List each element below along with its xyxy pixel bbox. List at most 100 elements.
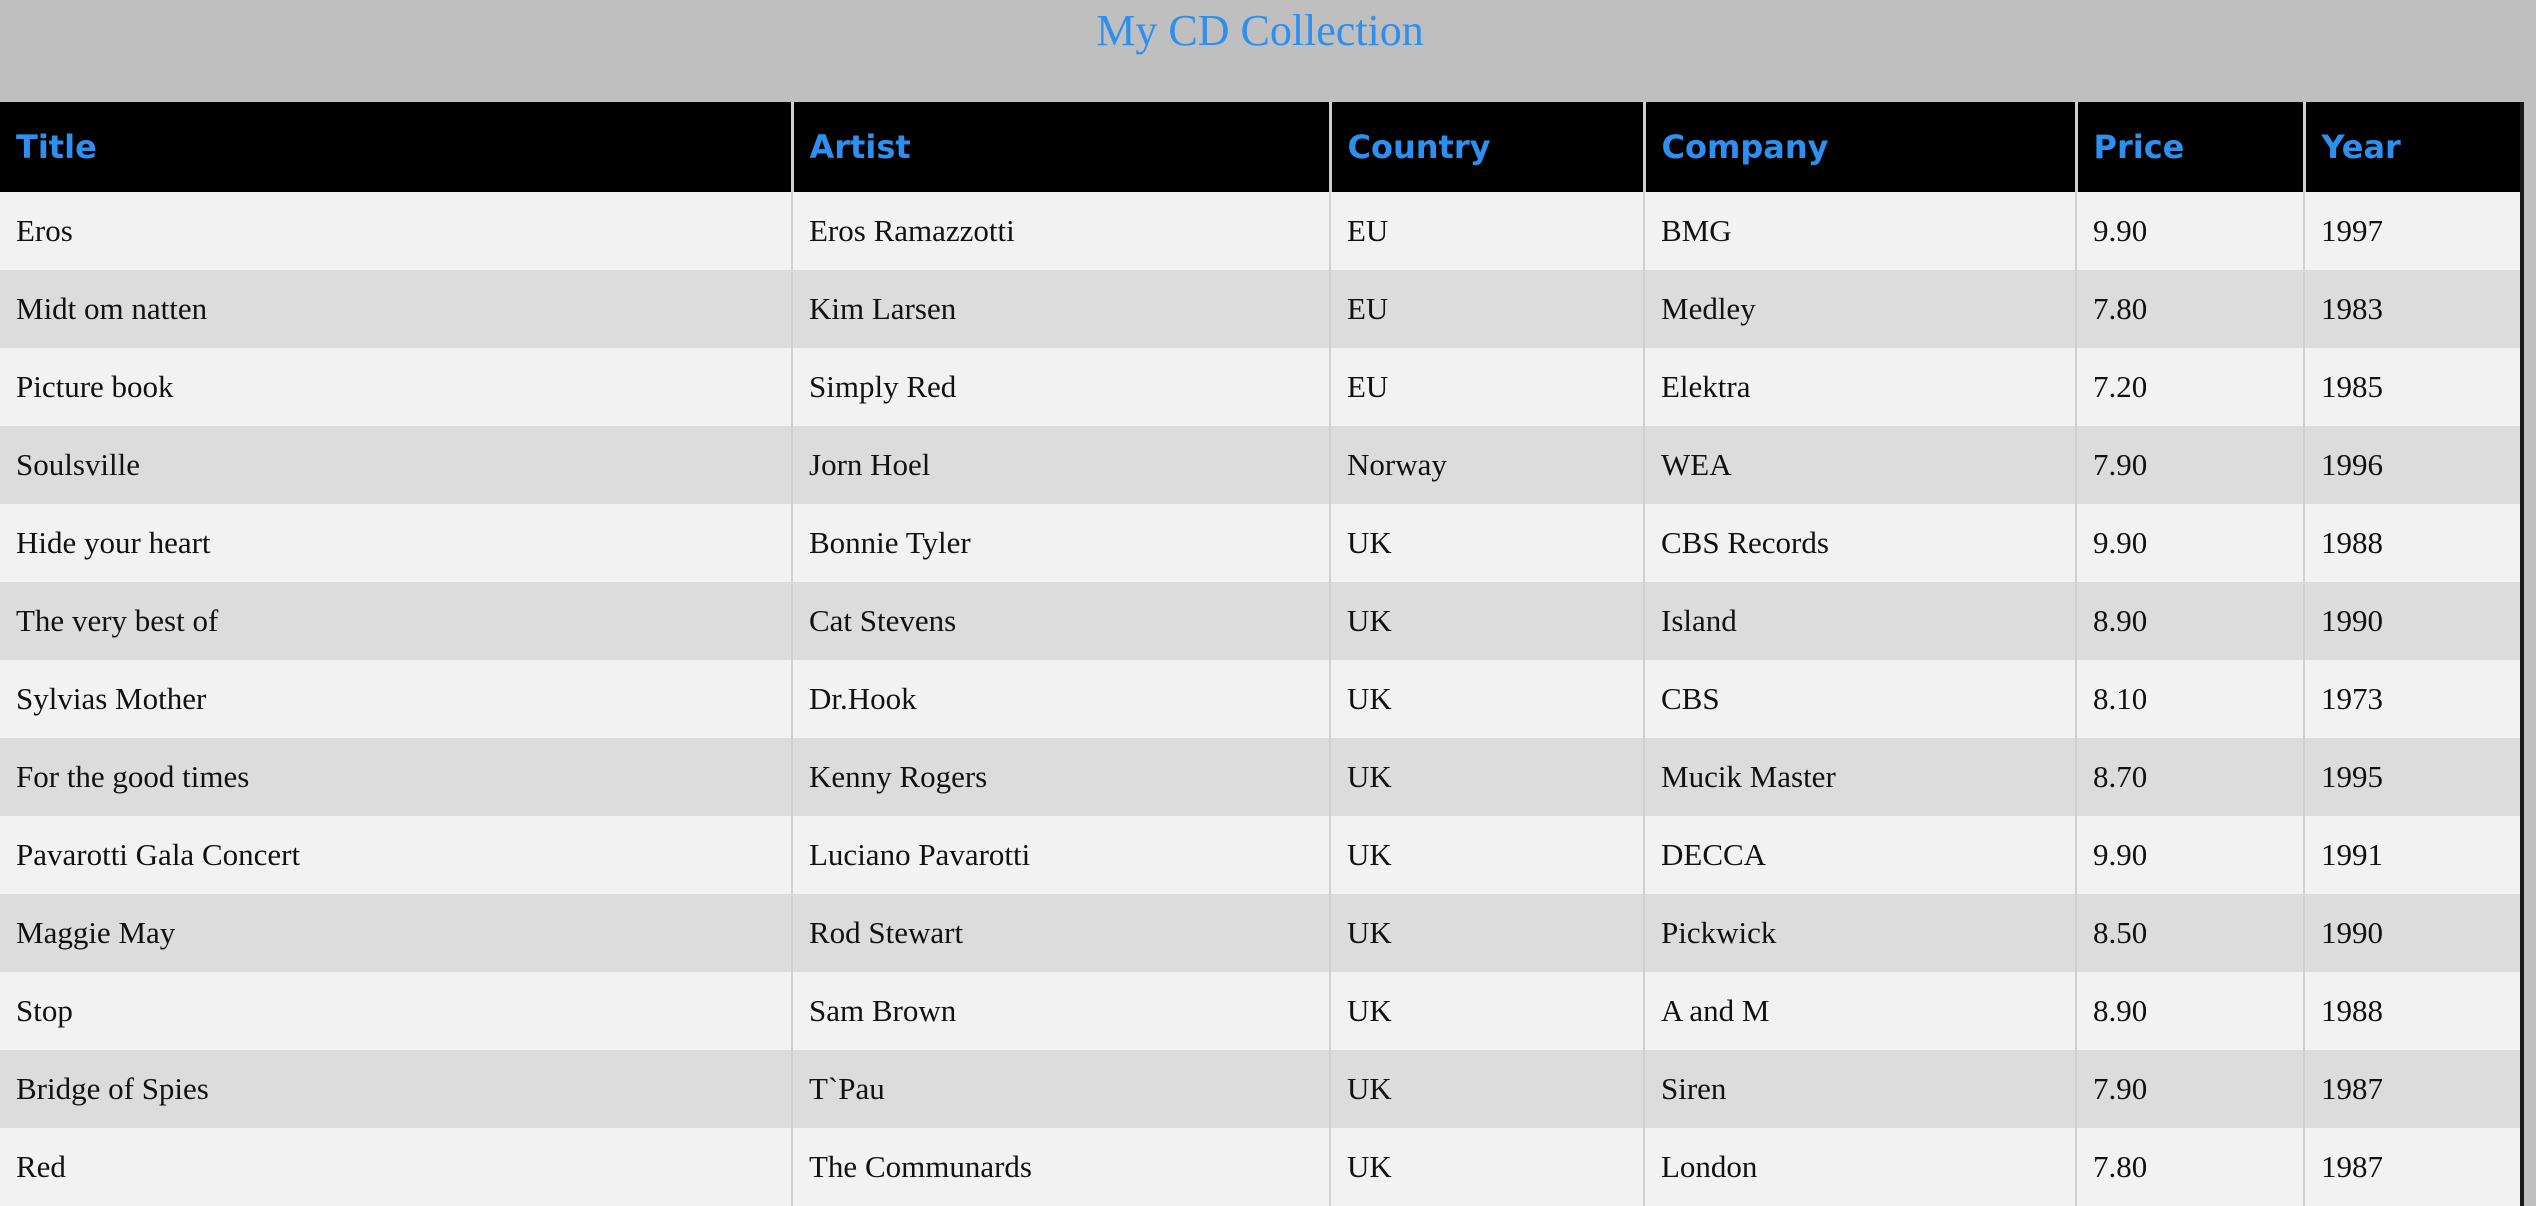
table-right-border	[2520, 102, 2524, 1206]
cell-country: UK	[1329, 738, 1644, 816]
cell-company: Mucik Master	[1643, 738, 2076, 816]
column-header-title: Title	[16, 128, 97, 166]
cell-country: Norway	[1329, 426, 1644, 504]
cell-title: Maggie May	[16, 915, 176, 950]
column-header-artist: Artist	[790, 102, 1330, 192]
table-row: Picture book Simply Red EU Elektra 7.20 1985	[0, 348, 2522, 426]
cell-title: Sylvias Mother	[16, 681, 207, 716]
cell-artist: Kenny Rogers	[791, 738, 1330, 816]
cell-year: 1983	[2303, 270, 2522, 348]
cell-artist: Simply Red	[791, 348, 1330, 426]
cell-price: 9.90	[2075, 192, 2304, 270]
table-row: For the good times Kenny Rogers UK Mucik Ma…	[0, 738, 2522, 816]
cell-company: Siren	[1643, 1050, 2076, 1128]
cell-artist: T`Pau	[791, 1050, 1330, 1128]
cell-company: Island	[1643, 582, 2076, 660]
cell-year: 1987	[2303, 1128, 2522, 1206]
cell-artist: Luciano Pavarotti	[791, 816, 1330, 894]
header-row: Title Artist Country Company Price Year	[0, 102, 2522, 192]
cell-company: DECCA	[1643, 816, 2076, 894]
column-header-price: Price	[2074, 102, 2304, 192]
cell-company: Pickwick	[1643, 894, 2076, 972]
table-row: Pavarotti Gala Concert Luciano Pavarotti U…	[0, 816, 2522, 894]
cell-title: Stop	[16, 993, 73, 1028]
cell-title: For the good times	[16, 759, 250, 794]
cell-price: 8.70	[2075, 738, 2304, 816]
cell-company: Medley	[1643, 270, 2076, 348]
cell-company: London	[1643, 1128, 2076, 1206]
cell-title: The very best of	[16, 603, 219, 638]
cell-title: Eros	[16, 213, 73, 248]
cell-company: Elektra	[1643, 348, 2076, 426]
cell-price: 8.50	[2075, 894, 2304, 972]
cell-year: 1991	[2303, 816, 2522, 894]
page-title: My CD Collection	[1096, 6, 1424, 55]
table-row: Eros Eros Ramazzotti EU BMG 9.90 1997	[0, 192, 2522, 270]
table-header: Title Artist Country Company Price Year	[0, 102, 2522, 192]
cell-price: 9.90	[2075, 504, 2304, 582]
cell-price: 8.10	[2075, 660, 2304, 738]
cell-title: Bridge of Spies	[16, 1071, 209, 1106]
table-row: Bridge of Spies T`Pau UK Siren 7.90 1987	[0, 1050, 2522, 1128]
cell-artist: Rod Stewart	[791, 894, 1330, 972]
column-header-company: Company	[1642, 102, 2076, 192]
cell-year: 1988	[2303, 972, 2522, 1050]
cell-artist: Cat Stevens	[791, 582, 1330, 660]
cell-country: UK	[1329, 1050, 1644, 1128]
cell-country: UK	[1329, 660, 1644, 738]
column-header-country: Country	[1328, 102, 1644, 192]
page: My CD Collection Title Artist Country Co…	[0, 0, 2536, 1206]
cell-company: CBS	[1643, 660, 2076, 738]
cell-country: UK	[1329, 972, 1644, 1050]
cell-price: 9.90	[2075, 816, 2304, 894]
cell-country: UK	[1329, 816, 1644, 894]
cell-year: 1990	[2303, 582, 2522, 660]
cell-company: CBS Records	[1643, 504, 2076, 582]
cell-price: 7.80	[2075, 270, 2304, 348]
cell-artist: The Communards	[791, 1128, 1330, 1206]
cell-title: Midt om natten	[16, 291, 208, 326]
cell-year: 1987	[2303, 1050, 2522, 1128]
table-row: Soulsville Jorn Hoel Norway WEA 7.90 1996	[0, 426, 2522, 504]
cell-country: EU	[1329, 348, 1644, 426]
cell-company: WEA	[1643, 426, 2076, 504]
table-row: Maggie May Rod Stewart UK Pickwick 8.50 1990	[0, 894, 2522, 972]
cell-artist: Eros Ramazzotti	[791, 192, 1330, 270]
cell-price: 7.80	[2075, 1128, 2304, 1206]
cell-title: Soulsville	[16, 447, 141, 482]
cell-price: 7.90	[2075, 426, 2304, 504]
cell-year: 1996	[2303, 426, 2522, 504]
cell-year: 1988	[2303, 504, 2522, 582]
cell-price: 8.90	[2075, 972, 2304, 1050]
cell-price: 7.20	[2075, 348, 2304, 426]
cell-country: UK	[1329, 894, 1644, 972]
cell-country: UK	[1329, 1128, 1644, 1206]
cell-year: 1995	[2303, 738, 2522, 816]
table-row: Hide your heart Bonnie Tyler UK CBS Records…	[0, 504, 2522, 582]
cell-price: 7.90	[2075, 1050, 2304, 1128]
column-header-year: Year	[2302, 102, 2522, 192]
cell-artist: Sam Brown	[791, 972, 1330, 1050]
table-row: Sylvias Mother Dr.Hook UK CBS 8.10 1973	[0, 660, 2522, 738]
cell-year: 1985	[2303, 348, 2522, 426]
cell-title: Red	[16, 1149, 66, 1184]
table-body: Eros Eros Ramazzotti EU BMG 9.90 1997 Midt om …	[0, 192, 2522, 1206]
cell-country: EU	[1329, 270, 1644, 348]
cell-artist: Jorn Hoel	[791, 426, 1330, 504]
cell-title: Hide your heart	[16, 525, 211, 560]
table-row: Red The Communards UK London 7.80 1987	[0, 1128, 2522, 1206]
cell-year: 1990	[2303, 894, 2522, 972]
table-row: Midt om natten Kim Larsen EU Medley 7.80 1983	[0, 270, 2522, 348]
cell-year: 1997	[2303, 192, 2522, 270]
table-row: Stop Sam Brown UK A and M 8.90 1988	[0, 972, 2522, 1050]
cell-artist: Dr.Hook	[791, 660, 1330, 738]
cell-country: UK	[1329, 582, 1644, 660]
cell-price: 8.90	[2075, 582, 2304, 660]
table-row: The very best of Cat Stevens UK Island 8.90 1…	[0, 582, 2522, 660]
cell-title: Pavarotti Gala Concert	[16, 837, 301, 872]
cd-table: Title Artist Country Company Price Year …	[0, 102, 2522, 1206]
cell-country: UK	[1329, 504, 1644, 582]
cell-artist: Kim Larsen	[791, 270, 1330, 348]
cell-company: A and M	[1643, 972, 2076, 1050]
cell-artist: Bonnie Tyler	[791, 504, 1330, 582]
